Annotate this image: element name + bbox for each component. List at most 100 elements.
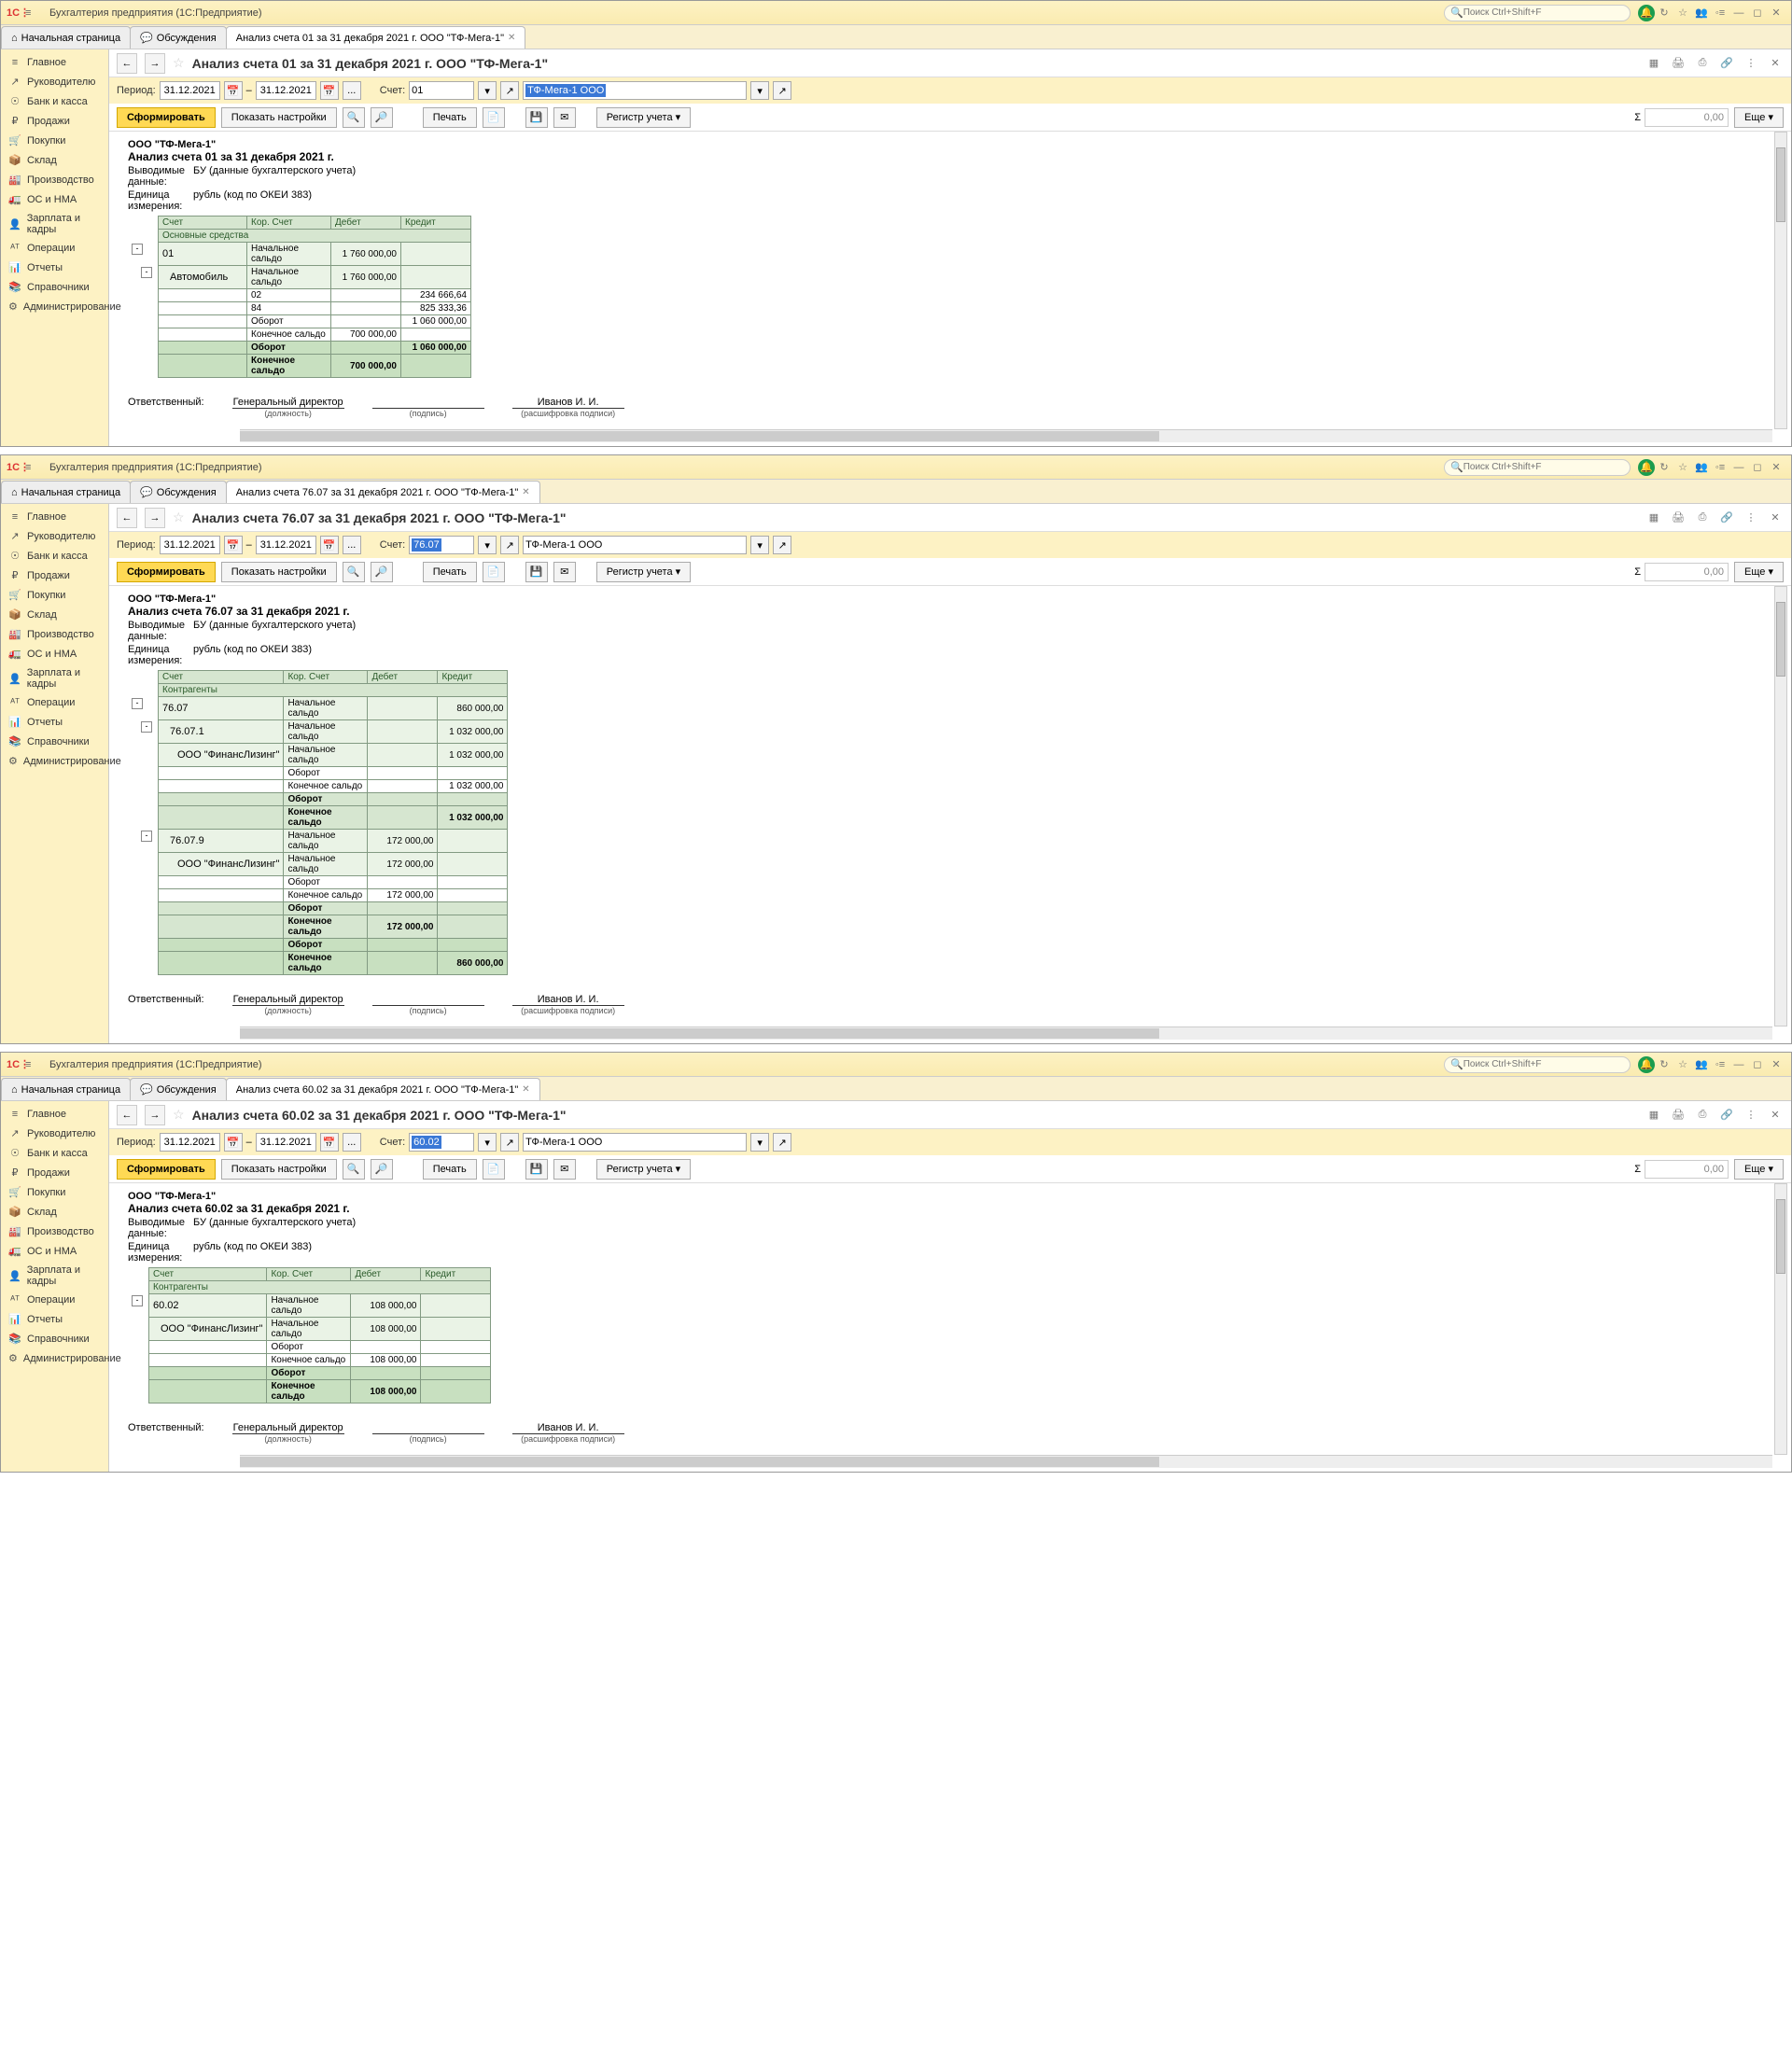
form-button[interactable]: Сформировать bbox=[117, 1159, 216, 1180]
tab-home[interactable]: ⌂ Начальная страница bbox=[1, 1078, 131, 1100]
tab-report[interactable]: Анализ счета 01 за 31 декабря 2021 г. ОО… bbox=[226, 26, 526, 49]
calendar-icon[interactable]: 📅 bbox=[224, 536, 243, 554]
print-button[interactable]: Печать bbox=[423, 107, 477, 128]
scrollbar-thumb[interactable] bbox=[1776, 1199, 1785, 1274]
nav-item[interactable]: 🚛ОС и НМА bbox=[1, 1241, 108, 1261]
settings-button[interactable]: Показать настройки bbox=[221, 107, 337, 128]
calendar-icon[interactable]: 📅 bbox=[224, 81, 243, 100]
scrollbar-thumb[interactable] bbox=[1776, 147, 1785, 222]
star-icon[interactable]: ☆ bbox=[173, 510, 185, 525]
search-button[interactable]: 🔍 bbox=[343, 1159, 365, 1180]
vertical-scrollbar[interactable] bbox=[1774, 586, 1787, 1027]
register-button[interactable]: Регистр учета ▾ bbox=[596, 107, 691, 128]
nav-item[interactable]: ↗Руководителю bbox=[1, 526, 108, 546]
nav-item[interactable]: ☉Банк и касса bbox=[1, 91, 108, 111]
more-button[interactable]: Еще ▾ bbox=[1734, 1159, 1784, 1180]
search-input[interactable] bbox=[1463, 1059, 1624, 1069]
date-to-input[interactable] bbox=[256, 536, 316, 554]
period-more-button[interactable]: ... bbox=[343, 81, 361, 100]
forward-button[interactable]: → bbox=[145, 508, 165, 528]
close-icon[interactable]: ✕ bbox=[522, 1084, 529, 1095]
more-icon[interactable]: ⋮ bbox=[1743, 511, 1759, 524]
menu-icon[interactable]: ≡ bbox=[25, 7, 44, 19]
grid-icon[interactable]: ▦ bbox=[1645, 1109, 1662, 1121]
export-icon[interactable]: ⎙ bbox=[1694, 57, 1711, 69]
favorites-icon[interactable]: ☆ bbox=[1673, 461, 1692, 473]
calendar-icon[interactable]: 📅 bbox=[320, 1133, 339, 1152]
tree-toggle[interactable]: - bbox=[132, 698, 143, 709]
star-icon[interactable]: ☆ bbox=[173, 55, 185, 71]
nav-item[interactable]: ≡Главное bbox=[1, 1105, 108, 1124]
account-input[interactable]: 60.02 bbox=[409, 1133, 474, 1152]
save-button[interactable]: 💾 bbox=[525, 107, 548, 128]
favorites-icon[interactable]: ☆ bbox=[1673, 1058, 1692, 1070]
search-input[interactable] bbox=[1463, 7, 1624, 18]
nav-item[interactable]: ↗Руководителю bbox=[1, 72, 108, 91]
period-more-button[interactable]: ... bbox=[343, 536, 361, 554]
dropdown-icon[interactable]: ▾ bbox=[478, 1133, 497, 1152]
scrollbar-thumb[interactable] bbox=[240, 1457, 1159, 1467]
nav-item[interactable]: ≡Главное bbox=[1, 508, 108, 526]
search-box[interactable]: 🔍 bbox=[1444, 459, 1631, 476]
settings-icon[interactable]: ◦≡ bbox=[1711, 462, 1729, 473]
tree-toggle[interactable]: - bbox=[141, 267, 152, 278]
print-preview-button[interactable]: 📄 bbox=[483, 1159, 505, 1180]
nav-item[interactable]: 🛒Покупки bbox=[1, 131, 108, 150]
search-button[interactable]: 🔍 bbox=[343, 107, 365, 128]
menu-icon[interactable]: ≡ bbox=[25, 1059, 44, 1070]
history-icon[interactable]: ↻ bbox=[1655, 461, 1673, 473]
nav-item[interactable]: 🚛ОС и НМА bbox=[1, 189, 108, 209]
print-icon[interactable]: 🖨 bbox=[1670, 57, 1687, 69]
email-button[interactable]: ✉ bbox=[553, 1159, 576, 1180]
nav-item[interactable]: ⚙Администрирование bbox=[1, 1348, 108, 1368]
sum-value[interactable] bbox=[1645, 108, 1729, 127]
minimize-icon[interactable]: — bbox=[1729, 1059, 1748, 1070]
open-icon[interactable]: ↗ bbox=[500, 536, 519, 554]
tab-report[interactable]: Анализ счета 60.02 за 31 декабря 2021 г.… bbox=[226, 1078, 540, 1100]
more-button[interactable]: Еще ▾ bbox=[1734, 562, 1784, 582]
tree-toggle[interactable]: - bbox=[141, 831, 152, 842]
search-input[interactable] bbox=[1463, 462, 1624, 472]
star-icon[interactable]: ☆ bbox=[173, 1107, 185, 1123]
nav-item[interactable]: 🚛ОС и НМА bbox=[1, 644, 108, 663]
search-box[interactable]: 🔍 bbox=[1444, 5, 1631, 21]
vertical-scrollbar[interactable] bbox=[1774, 1183, 1787, 1455]
bell-icon[interactable]: 🔔 bbox=[1638, 5, 1655, 21]
users-icon[interactable]: 👥 bbox=[1692, 7, 1711, 19]
nav-item[interactable]: 👤Зарплата и кадры bbox=[1, 209, 108, 239]
nav-item[interactable]: ₽Продажи bbox=[1, 1163, 108, 1182]
maximize-icon[interactable]: ◻ bbox=[1748, 461, 1767, 473]
print-preview-button[interactable]: 📄 bbox=[483, 107, 505, 128]
nav-item[interactable]: 📊Отчеты bbox=[1, 712, 108, 732]
horizontal-scrollbar[interactable] bbox=[240, 1455, 1772, 1468]
nav-item[interactable]: 🛒Покупки bbox=[1, 1182, 108, 1202]
more-button[interactable]: Еще ▾ bbox=[1734, 107, 1784, 128]
org-input[interactable]: ТФ-Мега-1 ООО bbox=[523, 81, 747, 100]
calendar-icon[interactable]: 📅 bbox=[320, 81, 339, 100]
date-from-input[interactable] bbox=[160, 1133, 220, 1152]
bell-icon[interactable]: 🔔 bbox=[1638, 1056, 1655, 1073]
nav-item[interactable]: 📚Справочники bbox=[1, 732, 108, 751]
nav-item[interactable]: ᴬᵀОперации bbox=[1, 1291, 108, 1309]
more-icon[interactable]: ⋮ bbox=[1743, 1109, 1759, 1121]
minimize-icon[interactable]: — bbox=[1729, 7, 1748, 19]
scrollbar-thumb[interactable] bbox=[240, 1028, 1159, 1039]
search-plus-button[interactable]: 🔎 bbox=[371, 562, 393, 582]
nav-item[interactable]: 📊Отчеты bbox=[1, 1309, 108, 1329]
bell-icon[interactable]: 🔔 bbox=[1638, 459, 1655, 476]
back-button[interactable]: ← bbox=[117, 53, 137, 74]
export-icon[interactable]: ⎙ bbox=[1694, 511, 1711, 524]
tab-discuss[interactable]: 💬 Обсуждения bbox=[130, 481, 227, 503]
form-button[interactable]: Сформировать bbox=[117, 562, 216, 582]
nav-item[interactable]: ⚙Администрирование bbox=[1, 297, 108, 316]
history-icon[interactable]: ↻ bbox=[1655, 7, 1673, 19]
forward-button[interactable]: → bbox=[145, 1105, 165, 1125]
more-icon[interactable]: ⋮ bbox=[1743, 57, 1759, 69]
nav-item[interactable]: 🏭Производство bbox=[1, 1222, 108, 1241]
nav-item[interactable]: 📊Отчеты bbox=[1, 258, 108, 277]
tab-home[interactable]: ⌂ Начальная страница bbox=[1, 481, 131, 503]
nav-item[interactable]: ₽Продажи bbox=[1, 111, 108, 131]
history-icon[interactable]: ↻ bbox=[1655, 1058, 1673, 1070]
sum-value[interactable] bbox=[1645, 1160, 1729, 1179]
users-icon[interactable]: 👥 bbox=[1692, 1058, 1711, 1070]
